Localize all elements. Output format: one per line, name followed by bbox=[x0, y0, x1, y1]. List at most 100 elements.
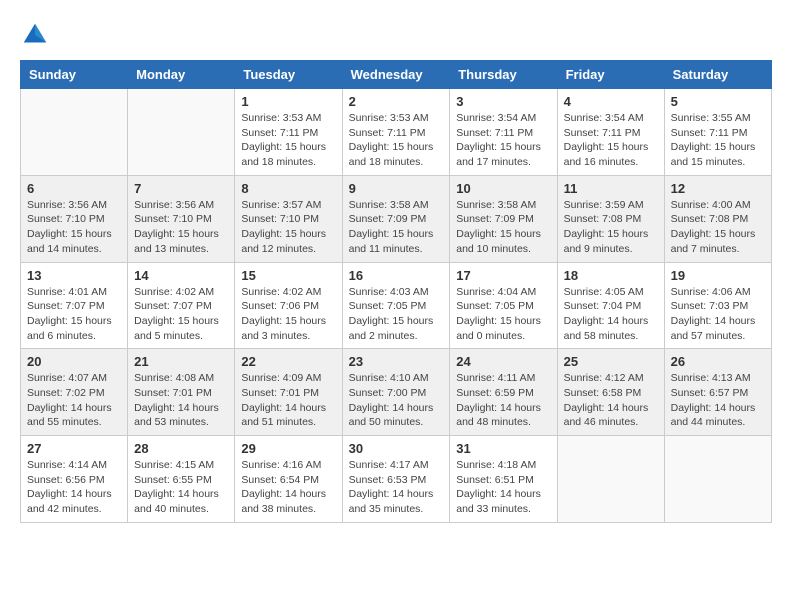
day-number: 20 bbox=[27, 354, 121, 369]
calendar-week-row: 27Sunrise: 4:14 AM Sunset: 6:56 PM Dayli… bbox=[21, 436, 772, 523]
calendar-cell: 25 Sunrise: 4:12 AM Sunset: 6:58 PM Dayli… bbox=[557, 349, 664, 436]
calendar-cell: 13Sunrise: 4:01 AM Sunset: 7:07 PM Dayli… bbox=[21, 262, 128, 349]
day-info: Sunrise: 3:58 AM Sunset: 7:09 PM Dayligh… bbox=[349, 198, 444, 257]
calendar-cell: 7 Sunrise: 3:56 AM Sunset: 7:10 PM Daylig… bbox=[128, 175, 235, 262]
column-header-wednesday: Wednesday bbox=[342, 61, 450, 89]
calendar-cell: 26Sunrise: 4:13 AM Sunset: 6:57 PM Dayli… bbox=[664, 349, 771, 436]
column-header-monday: Monday bbox=[128, 61, 235, 89]
calendar-cell: 24Sunrise: 4:11 AM Sunset: 6:59 PM Dayli… bbox=[450, 349, 557, 436]
calendar-cell: 8 Sunrise: 3:57 AM Sunset: 7:10 PM Daylig… bbox=[235, 175, 342, 262]
column-header-tuesday: Tuesday bbox=[235, 61, 342, 89]
day-info: Sunrise: 4:03 AM Sunset: 7:05 PM Dayligh… bbox=[349, 285, 444, 344]
calendar-cell: 31 Sunrise: 4:18 AM Sunset: 6:51 PM Dayli… bbox=[450, 436, 557, 523]
calendar-cell: 18 Sunrise: 4:05 AM Sunset: 7:04 PM Dayli… bbox=[557, 262, 664, 349]
day-number: 27 bbox=[27, 441, 121, 456]
day-info: Sunrise: 4:09 AM Sunset: 7:01 PM Dayligh… bbox=[241, 371, 335, 430]
calendar-cell bbox=[664, 436, 771, 523]
day-info: Sunrise: 3:54 AM Sunset: 7:11 PM Dayligh… bbox=[456, 111, 550, 170]
day-number: 21 bbox=[134, 354, 228, 369]
day-number: 14 bbox=[134, 268, 228, 283]
day-number: 11 bbox=[564, 181, 658, 196]
day-number: 7 bbox=[134, 181, 228, 196]
calendar-cell: 6 Sunrise: 3:56 AM Sunset: 7:10 PM Daylig… bbox=[21, 175, 128, 262]
day-info: Sunrise: 3:56 AM Sunset: 7:10 PM Dayligh… bbox=[134, 198, 228, 257]
day-number: 17 bbox=[456, 268, 550, 283]
day-info: Sunrise: 4:04 AM Sunset: 7:05 PM Dayligh… bbox=[456, 285, 550, 344]
calendar-cell: 19 Sunrise: 4:06 AM Sunset: 7:03 PM Dayli… bbox=[664, 262, 771, 349]
day-info: Sunrise: 3:58 AM Sunset: 7:09 PM Dayligh… bbox=[456, 198, 550, 257]
day-info: Sunrise: 4:18 AM Sunset: 6:51 PM Dayligh… bbox=[456, 458, 550, 517]
calendar-cell: 21 Sunrise: 4:08 AM Sunset: 7:01 PM Dayli… bbox=[128, 349, 235, 436]
calendar-cell: 27Sunrise: 4:14 AM Sunset: 6:56 PM Dayli… bbox=[21, 436, 128, 523]
day-info: Sunrise: 4:10 AM Sunset: 7:00 PM Dayligh… bbox=[349, 371, 444, 430]
calendar-cell: 14 Sunrise: 4:02 AM Sunset: 7:07 PM Dayli… bbox=[128, 262, 235, 349]
day-info: Sunrise: 3:54 AM Sunset: 7:11 PM Dayligh… bbox=[564, 111, 658, 170]
day-info: Sunrise: 4:02 AM Sunset: 7:07 PM Dayligh… bbox=[134, 285, 228, 344]
day-number: 19 bbox=[671, 268, 765, 283]
day-info: Sunrise: 3:56 AM Sunset: 7:10 PM Dayligh… bbox=[27, 198, 121, 257]
day-number: 16 bbox=[349, 268, 444, 283]
day-number: 6 bbox=[27, 181, 121, 196]
calendar-cell: 22 Sunrise: 4:09 AM Sunset: 7:01 PM Dayli… bbox=[235, 349, 342, 436]
calendar-cell: 30Sunrise: 4:17 AM Sunset: 6:53 PM Dayli… bbox=[342, 436, 450, 523]
calendar-cell: 5 Sunrise: 3:55 AM Sunset: 7:11 PM Daylig… bbox=[664, 89, 771, 176]
column-header-sunday: Sunday bbox=[21, 61, 128, 89]
calendar-cell bbox=[128, 89, 235, 176]
day-number: 5 bbox=[671, 94, 765, 109]
calendar-week-row: 20 Sunrise: 4:07 AM Sunset: 7:02 PM Dayli… bbox=[21, 349, 772, 436]
day-number: 10 bbox=[456, 181, 550, 196]
calendar-cell: 1Sunrise: 3:53 AM Sunset: 7:11 PM Daylig… bbox=[235, 89, 342, 176]
day-info: Sunrise: 4:01 AM Sunset: 7:07 PM Dayligh… bbox=[27, 285, 121, 344]
day-info: Sunrise: 4:07 AM Sunset: 7:02 PM Dayligh… bbox=[27, 371, 121, 430]
calendar-cell: 23 Sunrise: 4:10 AM Sunset: 7:00 PM Dayli… bbox=[342, 349, 450, 436]
day-number: 25 bbox=[564, 354, 658, 369]
calendar-cell: 11 Sunrise: 3:59 AM Sunset: 7:08 PM Dayli… bbox=[557, 175, 664, 262]
page-header bbox=[20, 20, 772, 50]
day-number: 23 bbox=[349, 354, 444, 369]
day-info: Sunrise: 4:02 AM Sunset: 7:06 PM Dayligh… bbox=[241, 285, 335, 344]
column-header-saturday: Saturday bbox=[664, 61, 771, 89]
calendar-cell: 12Sunrise: 4:00 AM Sunset: 7:08 PM Dayli… bbox=[664, 175, 771, 262]
day-number: 12 bbox=[671, 181, 765, 196]
calendar-cell: 17 Sunrise: 4:04 AM Sunset: 7:05 PM Dayli… bbox=[450, 262, 557, 349]
calendar-cell: 15 Sunrise: 4:02 AM Sunset: 7:06 PM Dayli… bbox=[235, 262, 342, 349]
day-number: 31 bbox=[456, 441, 550, 456]
day-number: 3 bbox=[456, 94, 550, 109]
day-number: 24 bbox=[456, 354, 550, 369]
day-info: Sunrise: 4:15 AM Sunset: 6:55 PM Dayligh… bbox=[134, 458, 228, 517]
day-number: 29 bbox=[241, 441, 335, 456]
day-info: Sunrise: 3:55 AM Sunset: 7:11 PM Dayligh… bbox=[671, 111, 765, 170]
day-number: 22 bbox=[241, 354, 335, 369]
calendar-week-row: 6 Sunrise: 3:56 AM Sunset: 7:10 PM Daylig… bbox=[21, 175, 772, 262]
day-number: 30 bbox=[349, 441, 444, 456]
day-info: Sunrise: 4:06 AM Sunset: 7:03 PM Dayligh… bbox=[671, 285, 765, 344]
day-number: 26 bbox=[671, 354, 765, 369]
column-header-thursday: Thursday bbox=[450, 61, 557, 89]
calendar-cell: 28 Sunrise: 4:15 AM Sunset: 6:55 PM Dayli… bbox=[128, 436, 235, 523]
day-number: 18 bbox=[564, 268, 658, 283]
day-number: 8 bbox=[241, 181, 335, 196]
calendar-cell bbox=[557, 436, 664, 523]
day-info: Sunrise: 3:57 AM Sunset: 7:10 PM Dayligh… bbox=[241, 198, 335, 257]
calendar-week-row: 13Sunrise: 4:01 AM Sunset: 7:07 PM Dayli… bbox=[21, 262, 772, 349]
column-header-friday: Friday bbox=[557, 61, 664, 89]
day-info: Sunrise: 4:08 AM Sunset: 7:01 PM Dayligh… bbox=[134, 371, 228, 430]
day-number: 2 bbox=[349, 94, 444, 109]
day-number: 9 bbox=[349, 181, 444, 196]
calendar-cell: 2 Sunrise: 3:53 AM Sunset: 7:11 PM Daylig… bbox=[342, 89, 450, 176]
calendar-cell: 4Sunrise: 3:54 AM Sunset: 7:11 PM Daylig… bbox=[557, 89, 664, 176]
calendar-cell: 29Sunrise: 4:16 AM Sunset: 6:54 PM Dayli… bbox=[235, 436, 342, 523]
day-info: Sunrise: 4:05 AM Sunset: 7:04 PM Dayligh… bbox=[564, 285, 658, 344]
calendar-cell bbox=[21, 89, 128, 176]
day-number: 28 bbox=[134, 441, 228, 456]
day-info: Sunrise: 3:59 AM Sunset: 7:08 PM Dayligh… bbox=[564, 198, 658, 257]
calendar-week-row: 1 Sunrise: 3:53 AM Sunset: 7:11 PM Daylig… bbox=[21, 89, 772, 176]
day-info: Sunrise: 4:12 AM Sunset: 6:58 PM Dayligh… bbox=[564, 371, 658, 430]
logo bbox=[20, 20, 54, 50]
calendar-header-row: SundayMondayTuesdayWednesdayThursdayFrid… bbox=[21, 61, 772, 89]
day-number: 1 bbox=[241, 94, 335, 109]
day-number: 15 bbox=[241, 268, 335, 283]
calendar-cell: 20 Sunrise: 4:07 AM Sunset: 7:02 PM Dayli… bbox=[21, 349, 128, 436]
calendar-table: SundayMondayTuesdayWednesdayThursdayFrid… bbox=[20, 60, 772, 523]
day-info: Sunrise: 3:53 AM Sunset: 7:11 PM Dayligh… bbox=[349, 111, 444, 170]
